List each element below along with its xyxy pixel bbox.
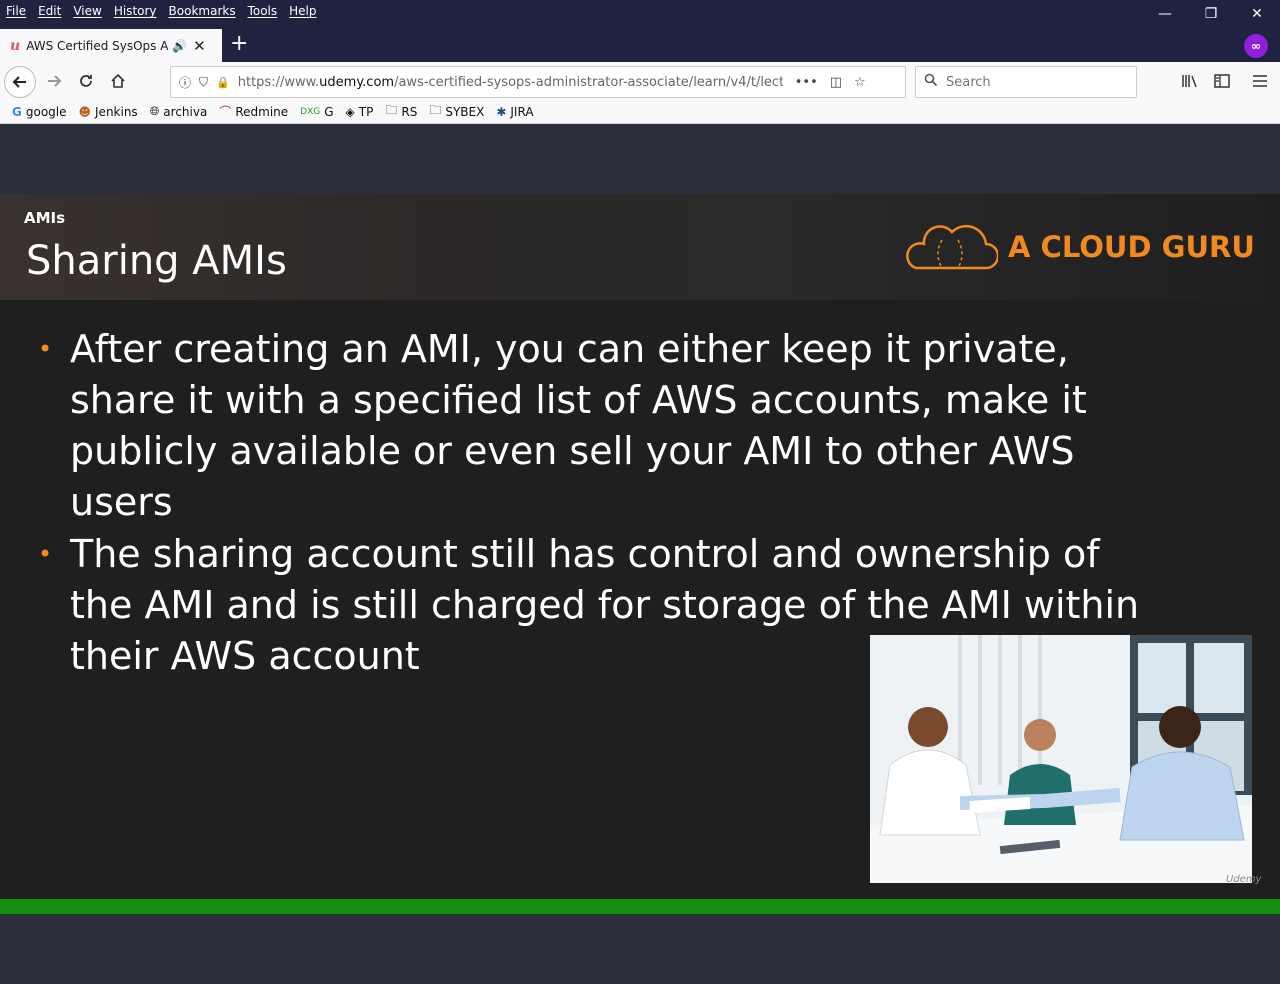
close-tab-icon[interactable]: ✕: [193, 37, 206, 55]
search-input[interactable]: [944, 73, 1128, 91]
slide-title: Sharing AMIs: [26, 238, 287, 284]
page-actions-icon[interactable]: •••: [795, 75, 818, 90]
bookmark-label: Redmine: [235, 104, 289, 119]
menu-history[interactable]: History: [114, 4, 157, 18]
menu-file[interactable]: File: [6, 4, 26, 18]
hamburger-icon: [1253, 75, 1267, 87]
globe-icon: 🌐︎: [149, 104, 160, 118]
dxg-icon: DXG: [300, 106, 321, 117]
home-button[interactable]: [104, 67, 132, 95]
tab-title: AWS Certified SysOps Admi: [26, 38, 169, 53]
handshake-illustration: [870, 635, 1252, 883]
menu-bar: File Edit View History Bookmarks Tools H…: [0, 0, 329, 22]
folder-icon: 🗀: [429, 103, 442, 117]
bookmark-label: SYBEX: [445, 104, 485, 119]
section-label: AMIs: [24, 209, 66, 227]
redmine-icon: ⌒: [219, 105, 232, 119]
speaker-icon[interactable]: 🔊: [172, 39, 187, 53]
menu-help[interactable]: Help: [289, 4, 316, 18]
new-tab-button[interactable]: +: [230, 32, 248, 56]
bookmark-jenkins[interactable]: ☻ Jenkins: [79, 105, 138, 119]
cloud-logo-icon: [906, 224, 1000, 270]
slide-header: AMIs Sharing AMIs A CLOUD GURU: [0, 194, 1280, 300]
diamond-icon: ◈: [345, 104, 355, 119]
private-browsing-icon: ∞: [1244, 34, 1268, 58]
google-icon: G: [12, 104, 22, 119]
home-icon: [111, 73, 125, 88]
pocket-icon[interactable]: ◫: [830, 75, 842, 90]
active-tab[interactable]: u AWS Certified SysOps Admi 🔊 ✕: [0, 29, 222, 62]
bullet-text: After creating an AMI, you can either ke…: [70, 327, 1087, 524]
bookmark-label: JIRA: [510, 104, 534, 119]
video-letterbox-bottom: [0, 914, 1280, 984]
bookmark-folder-sybex[interactable]: 🗀 SYBEX: [429, 101, 484, 122]
a-cloud-guru-logo: A CLOUD GURU: [902, 220, 1255, 276]
restore-button[interactable]: ❐: [1188, 0, 1234, 28]
video-letterbox-top: [0, 124, 1280, 194]
logo-text: A CLOUD GURU: [1008, 230, 1255, 264]
reload-button[interactable]: [72, 67, 100, 95]
url-domain: udemy.com: [319, 74, 395, 90]
back-button[interactable]: [4, 66, 36, 98]
bookmark-label: Jenkins: [95, 104, 138, 119]
bookmark-redmine[interactable]: ⌒ Redmine: [219, 103, 288, 120]
menu-edit[interactable]: Edit: [38, 4, 61, 18]
tracking-shield-icon[interactable]: ⛉: [199, 75, 208, 90]
sidebar-icon: [1214, 74, 1230, 88]
url-bar[interactable]: ⓘ ⛉ 🔒 https://www.udemy.com/aws-certifie…: [170, 66, 906, 98]
jira-icon: ✱: [496, 104, 507, 119]
lock-icon[interactable]: 🔒: [216, 76, 230, 89]
forward-button[interactable]: [40, 67, 68, 95]
jenkins-icon: ☻: [78, 104, 92, 119]
minimize-button[interactable]: —: [1142, 0, 1188, 28]
info-icon[interactable]: ⓘ: [179, 74, 191, 91]
menu-tools[interactable]: Tools: [248, 4, 278, 18]
reload-icon: [80, 75, 92, 87]
video-slide[interactable]: AMIs Sharing AMIs A CLOUD GURU • After c…: [0, 194, 1280, 900]
bookmark-label: RS: [401, 104, 418, 119]
bookmark-label: TP: [358, 104, 374, 119]
bookmark-label: google: [25, 104, 67, 119]
menu-bookmarks[interactable]: Bookmarks: [169, 4, 236, 18]
navigation-toolbar: ⓘ ⛉ 🔒 https://www.udemy.com/aws-certifie…: [0, 62, 1280, 100]
udemy-icon: u: [10, 37, 21, 54]
bullet-dot-icon: •: [38, 335, 53, 363]
bookmark-label: G: [324, 104, 334, 119]
video-progress-bar[interactable]: [0, 899, 1280, 914]
udemy-watermark: Udemy: [1226, 874, 1262, 885]
search-bar[interactable]: [915, 66, 1137, 98]
library-icon: [1182, 75, 1197, 88]
url-prefix: https://www.: [237, 74, 320, 90]
bookmark-google[interactable]: G google: [12, 105, 67, 119]
folder-icon: 🗀: [385, 103, 398, 117]
bullet-item: • After creating an AMI, you can either …: [38, 324, 1170, 528]
search-icon: [924, 73, 938, 91]
bookmarks-toolbar: G google ☻ Jenkins 🌐︎ archiva ⌒ Redmine …: [0, 100, 1280, 124]
menu-button[interactable]: [1246, 67, 1274, 95]
browser-titlebar: File Edit View History Bookmarks Tools H…: [0, 0, 1280, 62]
menu-view[interactable]: View: [73, 4, 101, 18]
bookmark-label: archiva: [163, 104, 208, 119]
url-path: /aws-certified-sysops-administrator-asso…: [394, 74, 783, 90]
bookmark-archiva[interactable]: 🌐︎ archiva: [150, 104, 208, 119]
bullet-dot-icon: •: [38, 540, 53, 568]
bookmark-folder-rs[interactable]: 🗀 RS: [385, 101, 417, 122]
bookmark-star-icon[interactable]: ☆: [854, 75, 866, 90]
bookmark-jira[interactable]: ✱ JIRA: [496, 105, 533, 119]
close-window-button[interactable]: ✕: [1234, 0, 1280, 28]
arrow-left-icon: [12, 76, 26, 88]
sidebar-button[interactable]: [1208, 67, 1236, 95]
arrow-right-icon: [48, 75, 62, 87]
handshake-photo: [870, 635, 1252, 883]
bookmark-g[interactable]: DXG G: [300, 105, 333, 119]
bookmark-tp[interactable]: ◈ TP: [346, 105, 374, 119]
library-button[interactable]: [1176, 67, 1204, 95]
url-text[interactable]: https://www.udemy.com/aws-certified-syso…: [238, 75, 783, 90]
